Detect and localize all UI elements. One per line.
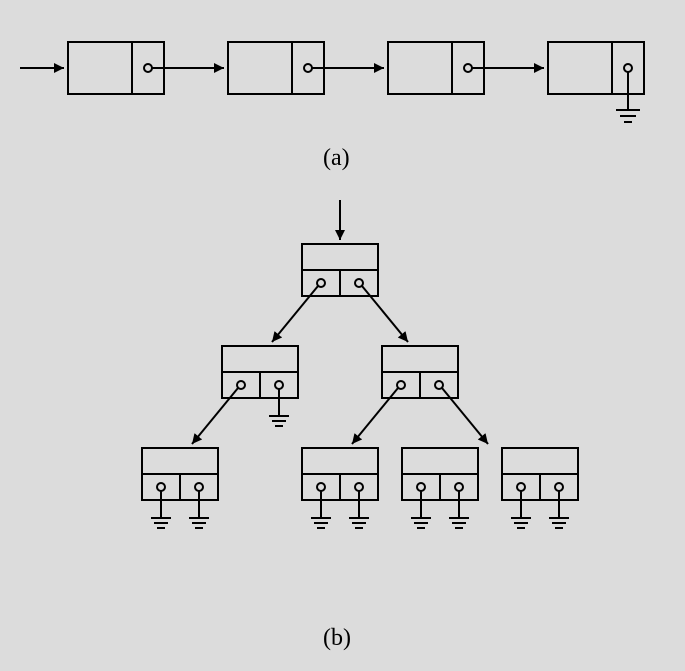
list-node [388,42,544,94]
ground-icon [311,491,331,528]
tree-node-leaf [142,448,218,528]
binary-tree [142,200,578,528]
tree-node-root [272,244,408,342]
tree-node [192,346,298,444]
ground-icon [151,491,171,528]
ground-icon [411,491,431,528]
caption-b: (b) [323,625,351,652]
list-node [548,42,644,122]
caption-a: (a) [323,145,350,172]
ground-icon [511,491,531,528]
tree-node [352,346,488,444]
ground-icon [189,491,209,528]
list-node [68,42,224,94]
ground-icon [269,389,289,426]
tree-node-leaf [502,448,578,528]
diagram-svg [0,0,685,671]
list-node [228,42,384,94]
ground-icon [549,491,569,528]
ground-icon [349,491,369,528]
linked-list [20,42,644,122]
ground-icon [449,491,469,528]
ground-icon [616,72,640,122]
tree-node-leaf [302,448,378,528]
tree-node-leaf [402,448,478,528]
